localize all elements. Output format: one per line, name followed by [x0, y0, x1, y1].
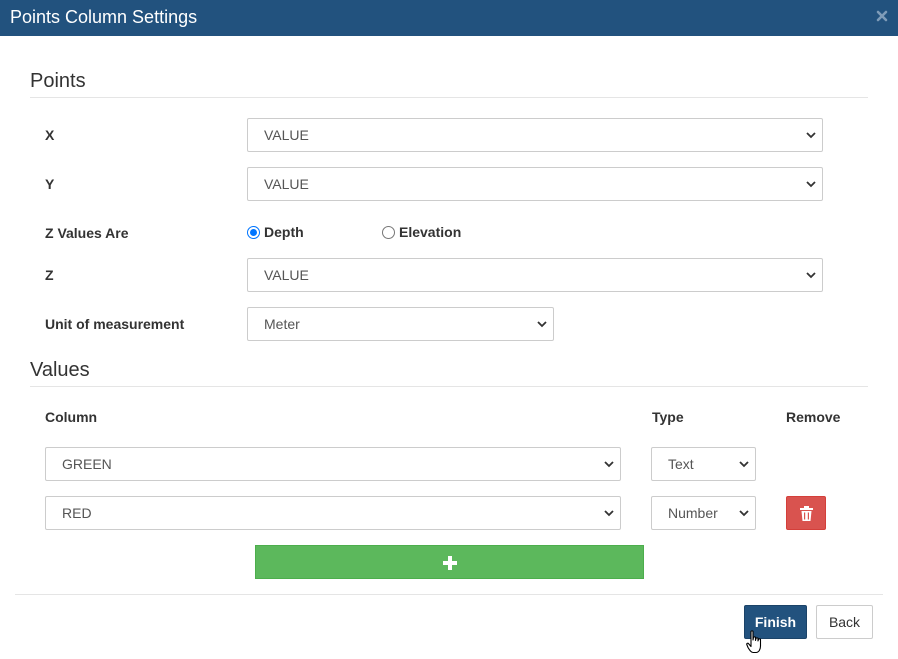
- close-icon[interactable]: [875, 9, 889, 23]
- unit-select[interactable]: Meter: [247, 307, 554, 341]
- dialog-title: Points Column Settings: [10, 7, 198, 27]
- value-type-select-value: Text: [668, 456, 694, 472]
- trash-icon: [800, 506, 813, 521]
- plus-icon: [443, 556, 457, 570]
- chevron-down-icon: [739, 510, 749, 517]
- type-header: Type: [652, 409, 684, 425]
- value-type-select[interactable]: Text: [651, 447, 756, 481]
- column-header: Column: [45, 409, 98, 425]
- chevron-down-icon: [739, 461, 749, 468]
- radio-elevation-label: Elevation: [399, 224, 462, 240]
- chevron-down-icon: [806, 181, 816, 188]
- z-select[interactable]: VALUE: [247, 258, 823, 292]
- radio-elevation-indicator[interactable]: [382, 225, 395, 239]
- value-type-select[interactable]: Number: [651, 496, 756, 530]
- chevron-down-icon: [806, 132, 816, 139]
- hand-cursor-icon: [746, 630, 762, 654]
- chevron-down-icon: [537, 321, 547, 328]
- footer-divider: [15, 594, 883, 595]
- radio-depth-indicator[interactable]: [247, 225, 260, 239]
- y-label: Y: [45, 176, 55, 192]
- x-select-value: VALUE: [264, 127, 309, 143]
- chevron-down-icon: [604, 510, 614, 517]
- chevron-down-icon: [806, 272, 816, 279]
- value-column-select-value: RED: [62, 505, 92, 521]
- z-select-value: VALUE: [264, 267, 309, 283]
- unit-select-value: Meter: [264, 316, 300, 332]
- values-heading: Values: [30, 359, 90, 381]
- z-label: Z: [45, 267, 54, 283]
- y-select[interactable]: VALUE: [247, 167, 823, 201]
- points-divider: [30, 97, 868, 98]
- values-divider: [30, 386, 868, 387]
- y-select-value: VALUE: [264, 176, 309, 192]
- x-select[interactable]: VALUE: [247, 118, 823, 152]
- value-type-select-value: Number: [668, 505, 718, 521]
- chevron-down-icon: [604, 461, 614, 468]
- radio-elevation[interactable]: Elevation: [382, 224, 461, 240]
- radio-depth[interactable]: Depth: [247, 224, 304, 240]
- points-heading: Points: [30, 70, 86, 92]
- unit-label: Unit of measurement: [45, 316, 185, 332]
- radio-depth-label: Depth: [264, 224, 304, 240]
- value-column-select[interactable]: RED: [45, 496, 621, 530]
- remove-row-button[interactable]: [786, 496, 826, 530]
- x-label: X: [45, 127, 55, 143]
- dialog-titlebar: Points Column Settings: [0, 0, 898, 36]
- value-column-select[interactable]: GREEN: [45, 447, 621, 481]
- add-value-button[interactable]: [255, 545, 644, 579]
- value-column-select-value: GREEN: [62, 456, 112, 472]
- remove-header: Remove: [786, 409, 841, 425]
- z-values-are-label: Z Values Are: [45, 225, 129, 241]
- back-button[interactable]: Back: [816, 605, 873, 639]
